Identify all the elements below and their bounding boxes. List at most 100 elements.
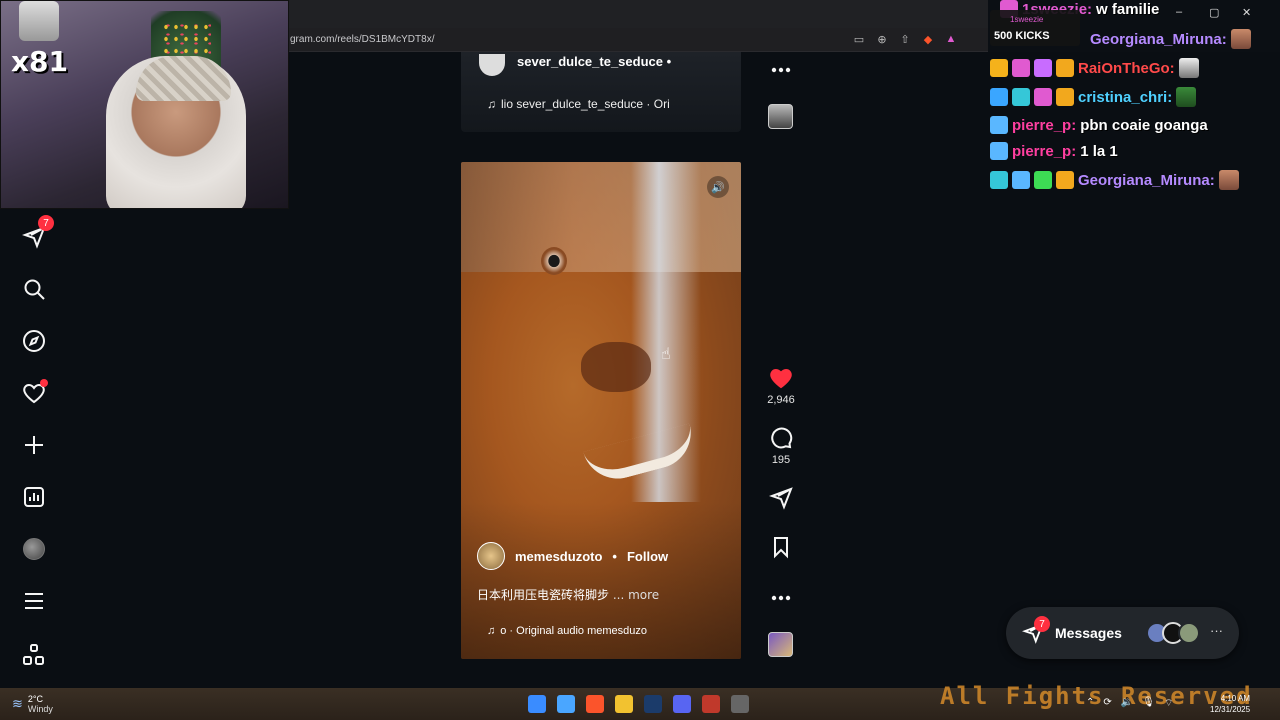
more-horizontal-icon xyxy=(771,67,791,73)
sidebar-item-create[interactable] xyxy=(20,431,48,459)
badge-icon xyxy=(1056,88,1074,106)
brave-icon[interactable] xyxy=(586,695,604,713)
more-horizontal-icon xyxy=(771,595,791,601)
speaker-icon[interactable]: 🔉 xyxy=(1121,697,1133,710)
cast-icon[interactable]: ▭ xyxy=(852,32,866,46)
sidebar-item-more[interactable] xyxy=(20,587,48,615)
chat-line: pierre_p: 1 la 1 xyxy=(990,142,1118,160)
plus-icon xyxy=(25,436,43,454)
url-text[interactable]: gram.com/reels/DS1BMcYDT8x/ xyxy=(290,34,434,45)
sidebar-item-dashboard[interactable] xyxy=(20,483,48,511)
owner-username[interactable]: memesduzoto xyxy=(515,549,602,564)
sidebar-item-explore[interactable] xyxy=(20,327,48,355)
brave-rewards-icon[interactable]: ▲ xyxy=(944,32,958,46)
taskbar-clock[interactable]: 4:10 AM 12/31/2025 xyxy=(1210,693,1250,715)
audio-thumbnail[interactable] xyxy=(768,632,793,657)
folder-icon[interactable] xyxy=(615,695,633,713)
avatar-icon xyxy=(23,538,45,560)
og-icon xyxy=(1012,88,1030,106)
discord-icon[interactable] xyxy=(673,695,691,713)
chat-line: cristina_chri: xyxy=(990,87,1197,107)
owner-avatar[interactable] xyxy=(477,542,505,570)
chevron-up-icon[interactable]: ⌃ xyxy=(1086,697,1094,710)
reel-owner: memesduzoto • Follow xyxy=(477,542,668,570)
weather-widget[interactable]: ≋ 2°C Windy xyxy=(12,694,53,714)
music-note-icon: ♫ xyxy=(487,625,496,637)
sword-icon xyxy=(990,88,1008,106)
reel-more-button[interactable] xyxy=(765,586,797,610)
messages-drawer-button[interactable]: 7 Messages ··· xyxy=(1006,607,1239,659)
streamer-hat xyxy=(136,56,231,101)
messages-label: Messages xyxy=(1055,625,1122,641)
kicks-alert: 1sweezie 500 KICKS xyxy=(990,10,1080,46)
chat-line: Georgiana_Miruna: xyxy=(1090,29,1251,49)
badge-icon xyxy=(990,142,1008,160)
crown-icon xyxy=(990,59,1008,77)
compass-icon xyxy=(23,330,45,352)
prev-reel-username[interactable]: sever_dulce_te_seduce • xyxy=(517,54,671,69)
previous-reel[interactable]: sever_dulce_te_seduce • ♫ lio sever_dulc… xyxy=(461,52,741,132)
emote-icon xyxy=(1218,170,1239,190)
more-horizontal-icon: ··· xyxy=(1210,623,1223,638)
share-button[interactable] xyxy=(765,486,797,510)
streamer-webcam: x81 xyxy=(0,0,289,209)
sidebar-item-notifications[interactable] xyxy=(20,379,48,407)
caption-more-link[interactable]: ... more xyxy=(613,588,659,602)
stream-avatar xyxy=(19,1,59,41)
taskbar-apps xyxy=(528,695,749,713)
og-icon xyxy=(990,171,1008,189)
address-bar[interactable]: gram.com/reels/DS1BMcYDT8x/ ▭ ⊕ ⇧ ◆ ▲ xyxy=(288,28,988,52)
zoom-icon[interactable]: ⊕ xyxy=(875,32,889,46)
avatar xyxy=(1178,622,1200,644)
combo-multiplier: x81 xyxy=(11,45,69,78)
emote-icon xyxy=(1176,87,1197,107)
start-icon[interactable] xyxy=(528,695,546,713)
steam-icon[interactable] xyxy=(644,695,662,713)
like-button[interactable]: 2,946 xyxy=(765,366,797,406)
send-icon xyxy=(769,487,793,510)
like-count: 2,946 xyxy=(767,394,795,406)
wifi-icon[interactable]: ⌔ xyxy=(1164,697,1173,710)
sidebar-item-messages[interactable]: 7 xyxy=(20,215,54,251)
sidebar-item-profile[interactable] xyxy=(20,535,48,563)
chat-line: pierre_p: pbn coaie goanga xyxy=(990,116,1208,134)
badge-icon xyxy=(1056,59,1074,77)
sidebar-item-also-from-meta[interactable] xyxy=(20,641,48,669)
message-avatars xyxy=(1146,622,1200,644)
badge-icon xyxy=(1012,59,1030,77)
reel-caption[interactable]: 日本利用压电瓷砖将脚步 ... more xyxy=(477,586,659,603)
brave-shield-icon[interactable]: ◆ xyxy=(921,32,935,46)
save-button[interactable] xyxy=(765,535,797,559)
comment-count: 195 xyxy=(771,454,791,466)
share-icon[interactable]: ⇧ xyxy=(898,32,912,46)
chat-line: RaiOnTheGo: xyxy=(990,58,1199,78)
prev-reel-audio[interactable]: ♫ lio sever_dulce_te_seduce · Ori xyxy=(487,97,670,111)
comment-button[interactable]: 195 xyxy=(765,426,797,466)
chat-line: Georgiana_Miruna: xyxy=(990,170,1239,190)
app-icon[interactable] xyxy=(557,695,575,713)
messages-badge: 7 xyxy=(1034,616,1050,632)
prev-more-button[interactable] xyxy=(765,58,797,82)
dog-nose xyxy=(581,342,651,392)
badge-icon xyxy=(1056,171,1074,189)
windows-taskbar: ≋ 2°C Windy All Fights Reserved ⌃ ⟳ 🔉 🎙 … xyxy=(0,682,1280,720)
reel-audio[interactable]: ♫ o · Original audio memesduzo xyxy=(487,625,647,637)
volume-icon[interactable]: 🔊 xyxy=(707,176,729,198)
notification-dot xyxy=(40,379,48,387)
shield-icon[interactable] xyxy=(702,695,720,713)
browser-tab-strip xyxy=(288,0,988,28)
sync-icon[interactable]: ⟳ xyxy=(1103,697,1111,710)
prev-reel-avatar[interactable] xyxy=(479,54,505,76)
follow-button[interactable]: Follow xyxy=(627,549,668,564)
mic-icon[interactable]: 🎙 xyxy=(1142,697,1155,710)
emote-icon xyxy=(1178,58,1199,78)
reel-video[interactable]: 🔊 memesduzoto • Follow 日本利用压电瓷砖将脚步 ... m… xyxy=(461,162,741,659)
badge-icon xyxy=(1034,88,1052,106)
bookmark-icon xyxy=(774,537,788,559)
mouse-cursor-icon: ☝ xyxy=(661,346,671,363)
menu-icon xyxy=(25,593,43,609)
badge-icon xyxy=(990,116,1008,134)
prev-audio-thumbnail[interactable] xyxy=(768,104,793,129)
app-icon[interactable] xyxy=(731,695,749,713)
sidebar-item-search[interactable] xyxy=(20,275,48,303)
